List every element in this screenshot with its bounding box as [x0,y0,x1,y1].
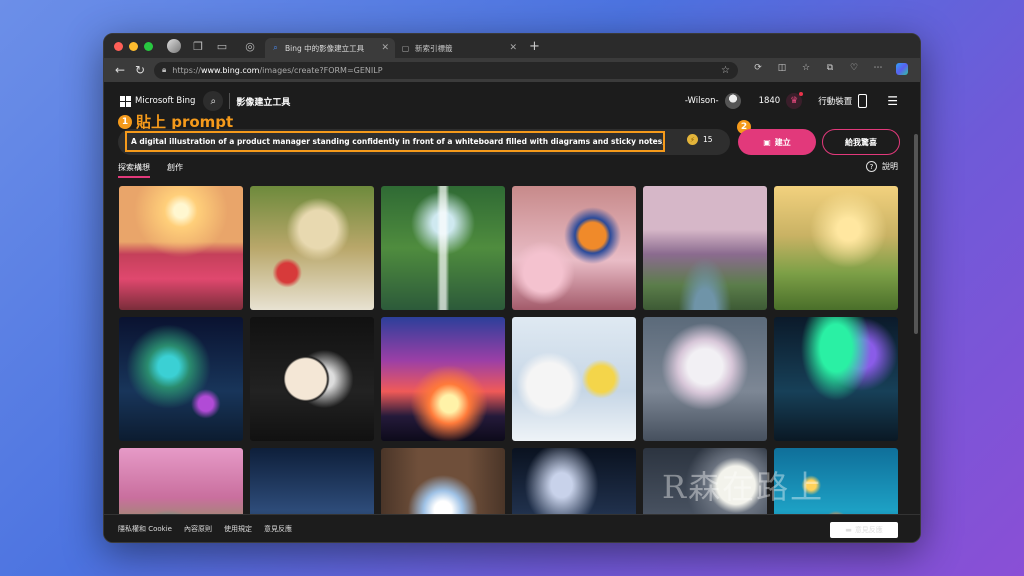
tab-bing-image-creator[interactable]: ⌕ Bing 中的影像建立工具 ✕ [265,38,395,58]
page-tabs: 探索構想 創作 ? 說明 [104,158,920,178]
gallery-image-tulip-field-sunset[interactable] [119,186,243,310]
lock-icon: 🔒︎ [162,65,167,74]
search-icon[interactable]: ⌕ [203,91,224,111]
toolbar-icons: ⟳ ◫ ☆ ⧉ ♡ ⋯ [746,62,914,78]
close-tab-icon[interactable]: ✕ [381,43,389,53]
mobile-link[interactable]: 行動裝置 [818,95,852,107]
tab-new-tab[interactable]: ▢ 新索引標籤 ✕ [395,38,523,58]
boost-count: 15 [703,135,713,144]
copilot-icon[interactable] [890,62,914,78]
create-label: 建立 [774,137,791,147]
site-footer: 隱私權和 Cookie 內容原則 使用規定 意見反應 ▬ 意見反應 [104,514,920,542]
footer-link-privacy[interactable]: 隱私權和 Cookie [118,524,172,534]
avatar[interactable] [724,93,741,109]
tab-label: Bing 中的影像建立工具 [285,43,365,53]
gallery-image-kite-park[interactable] [774,186,898,310]
gallery-image-crescent-moon-flowers[interactable] [250,317,374,441]
microsoft-logo-icon[interactable] [120,95,131,107]
extension-icon[interactable]: ⟳ [746,63,770,78]
tab-explore[interactable]: 探索構想 [118,162,150,178]
surprise-me-button[interactable]: 給我驚喜 [822,129,900,155]
prompt-row: A digital illustration of a product mana… [104,126,920,158]
url-host: www.bing.com [200,65,260,75]
tab-creations[interactable]: 創作 [167,162,183,173]
gallery-image-cherry-blossom-river[interactable] [643,186,767,310]
footer-link-content-policy[interactable]: 內容原則 [184,524,212,534]
watermark-text: R森在路上 [662,468,825,506]
hamburger-menu-icon[interactable]: ☰ [887,94,898,108]
user-name[interactable]: -Wilson- [685,96,719,106]
minimize-window-button[interactable] [129,41,138,51]
bing-search-favicon: ⌕ [273,43,278,52]
split-screen-icon[interactable]: ◫ [770,63,794,78]
bing-image-creator-page: Microsoft Bing ⌕ 影像建立工具 -Wilson- 1840 ♛ … [104,82,920,542]
window-controls [114,41,153,51]
prompt-input[interactable]: A digital illustration of a product mana… [125,131,665,152]
footer-link-feedback[interactable]: 意見反應 [264,524,292,534]
address-toolbar: ← ↻ 🔒︎ https://www.bing.com/images/creat… [104,58,920,82]
favorites-icon[interactable]: ☆ [794,63,818,78]
address-bar[interactable]: 🔒︎ https://www.bing.com/images/create?FO… [154,61,738,79]
collections-icon[interactable]: ⧉ [818,63,842,78]
close-tab-icon[interactable]: ✕ [509,43,517,53]
browser-essentials-icon[interactable]: ♡ [842,63,866,78]
trophy-icon[interactable]: ♛ [786,92,804,109]
gallery-image-butterfly-cherry-blossom[interactable] [512,186,636,310]
gallery-image-polar-bears-lemonade[interactable] [512,317,636,441]
favorite-star-icon[interactable]: ☆ [721,65,730,76]
page-title: 影像建立工具 [236,97,291,108]
help-icon: ? [866,161,877,172]
help-label: 說明 [882,162,898,171]
chat-bubble-icon: ▬ [845,526,852,534]
url-path: /images/create?FORM=GENILP [259,65,383,75]
gallery-image-horse-rider-sunset[interactable] [381,317,505,441]
create-button[interactable]: ▣ 建立 [738,129,816,155]
more-menu-icon[interactable]: ⋯ [866,63,890,78]
url-prefix: https:// [172,65,201,75]
phone-icon[interactable] [858,94,868,108]
footer-link-terms[interactable]: 使用規定 [224,524,252,534]
header-divider [229,93,231,109]
gallery-image-glowing-fantasy-tree[interactable] [119,317,243,441]
feedback-button[interactable]: ▬ 意見反應 [830,522,898,538]
image-icon: ▣ [763,137,771,147]
maximize-window-button[interactable] [144,41,153,51]
tab-group-icon[interactable]: ◎ [243,40,257,53]
workspaces-icon[interactable]: ❐ [191,40,205,53]
gallery-image-aurora-lake[interactable] [774,317,898,441]
scrollbar[interactable] [914,134,918,334]
refresh-icon[interactable]: ↻ [130,63,150,77]
help-link[interactable]: ? 說明 [866,161,898,172]
tab-strip: ❐ ▭ ◎ ⌕ Bing 中的影像建立工具 ✕ ▢ 新索引標籤 ✕ + [104,34,920,58]
brand-name[interactable]: Microsoft Bing [135,96,195,106]
gallery-image-waterfall-rainbow[interactable] [381,186,505,310]
browser-window: ❐ ▭ ◎ ⌕ Bing 中的影像建立工具 ✕ ▢ 新索引標籤 ✕ + ← ↻ … [103,33,921,543]
boost-coin-icon: ⚡ [687,134,698,145]
rewards-points[interactable]: 1840 [759,96,781,106]
gallery-image-white-flower-bouquet[interactable] [643,317,767,441]
feedback-button-label: 意見反應 [854,526,883,534]
new-tab-button[interactable]: + [529,39,540,54]
new-tab-favicon: ▢ [401,43,410,53]
gallery-image-picnic-basket-flowers[interactable] [250,186,374,310]
tab-actions-icon[interactable]: ▭ [215,40,229,53]
browser-profile-icon[interactable] [167,39,181,53]
tab-label: 新索引標籤 [415,43,453,53]
close-window-button[interactable] [114,41,123,51]
header-right: -Wilson- 1840 ♛ 行動裝置 ☰ [685,82,898,120]
boost-counter[interactable]: ⚡ 15 [687,134,713,145]
back-arrow-icon[interactable]: ← [110,63,130,77]
